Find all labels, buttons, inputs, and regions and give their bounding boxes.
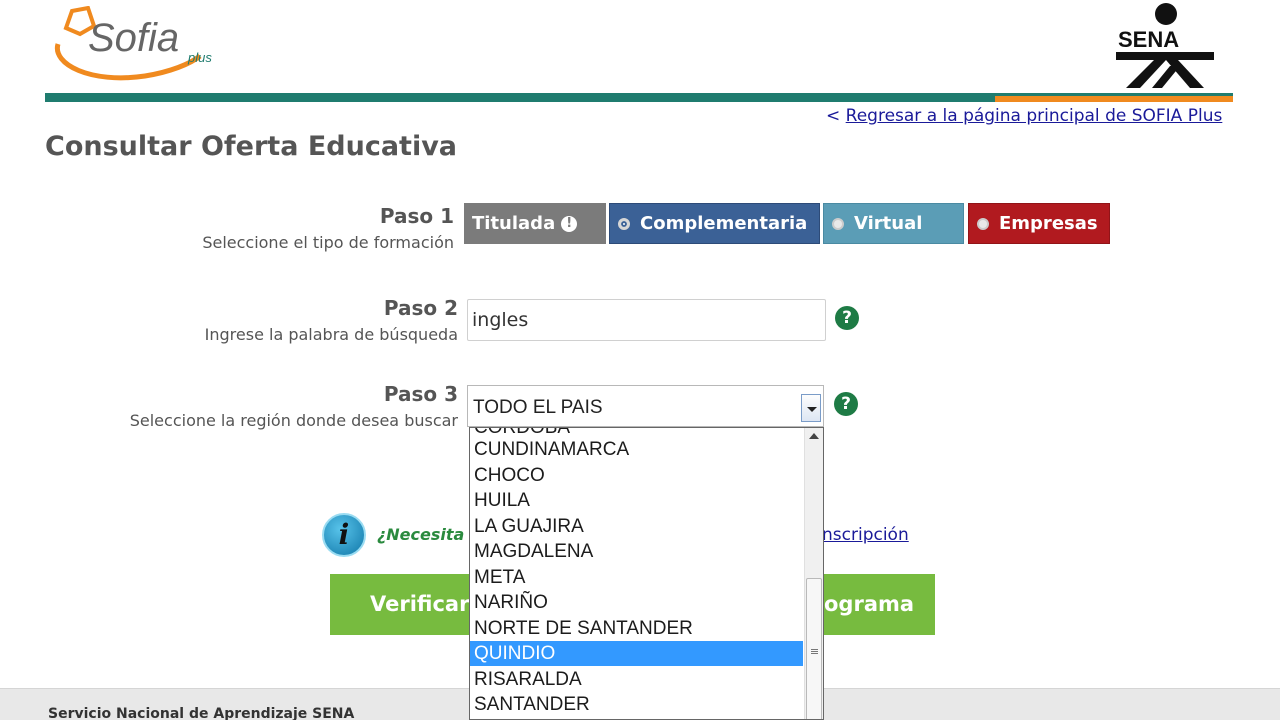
list-item[interactable]: META xyxy=(470,565,803,590)
search-keyword-input[interactable] xyxy=(467,299,826,341)
verify-button[interactable]: Verificar xyxy=(330,574,470,635)
alert-icon: ! xyxy=(561,215,578,232)
type-virtual-button[interactable]: Virtual xyxy=(823,203,964,244)
list-item-highlighted[interactable]: QUINDIO xyxy=(470,641,803,666)
region-select-value: TODO EL PAIS xyxy=(473,397,603,418)
inscription-link[interactable]: nscripción xyxy=(822,525,909,545)
radio-selected-icon xyxy=(618,217,630,230)
search-program-button[interactable]: ograma xyxy=(824,574,935,635)
back-to-home-link[interactable]: < Regresar a la página principal de SOFI… xyxy=(826,106,1222,126)
list-item[interactable]: HUILA xyxy=(470,488,803,513)
dropdown-scrollbar[interactable] xyxy=(804,428,823,719)
radio-icon xyxy=(832,217,844,230)
list-item[interactable]: LA GUAJIRA xyxy=(470,514,803,539)
chevron-down-icon[interactable] xyxy=(801,394,821,422)
info-text: ¿Necesita xyxy=(377,525,465,544)
list-item[interactable]: CHOCO xyxy=(470,463,803,488)
region-select[interactable]: TODO EL PAIS xyxy=(467,385,824,427)
step2-description: Ingrese la palabra de búsqueda xyxy=(204,325,458,344)
region-dropdown-list[interactable]: CORDOBA CUNDINAMARCA CHOCO HUILA LA GUAJ… xyxy=(469,427,824,720)
radio-icon xyxy=(977,217,989,230)
step2-label: Paso 2 xyxy=(383,296,458,320)
type-complementaria-button[interactable]: Complementaria xyxy=(609,203,820,244)
list-item[interactable]: NARIÑO xyxy=(470,590,803,615)
svg-text:plus: plus xyxy=(187,50,212,65)
svg-text:Sofia: Sofia xyxy=(88,16,179,60)
sofia-plus-logo[interactable]: Sofia plus xyxy=(50,5,240,86)
help-icon[interactable]: ? xyxy=(834,392,858,416)
list-item[interactable]: MAGDALENA xyxy=(470,539,803,564)
scroll-up-icon[interactable] xyxy=(809,433,819,439)
step3-description: Seleccione la región donde desea buscar xyxy=(129,411,458,430)
page-title: Consultar Oferta Educativa xyxy=(45,131,458,162)
sena-logo[interactable]: SENA xyxy=(1110,0,1230,92)
list-item[interactable]: NORTE DE SANTANDER xyxy=(470,616,803,641)
type-titulada-button[interactable]: Titulada ! xyxy=(464,203,606,244)
scrollbar-thumb[interactable] xyxy=(806,578,822,719)
list-item[interactable]: RISARALDA xyxy=(470,667,803,692)
step3-label: Paso 3 xyxy=(383,382,458,406)
header-color-bar xyxy=(45,93,1233,102)
help-icon[interactable]: ? xyxy=(835,306,859,330)
list-item[interactable]: SANTANDER xyxy=(470,692,803,717)
grip-icon xyxy=(811,649,818,655)
step1-description: Seleccione el tipo de formación xyxy=(202,233,454,252)
list-item[interactable]: CUNDINAMARCA xyxy=(470,437,803,462)
type-empresas-button[interactable]: Empresas xyxy=(968,203,1110,244)
step1-label: Paso 1 xyxy=(379,204,454,228)
info-icon: i xyxy=(322,513,366,557)
svg-text:SENA: SENA xyxy=(1118,27,1179,52)
footer-text: Servicio Nacional de Aprendizaje SENA xyxy=(48,706,355,720)
